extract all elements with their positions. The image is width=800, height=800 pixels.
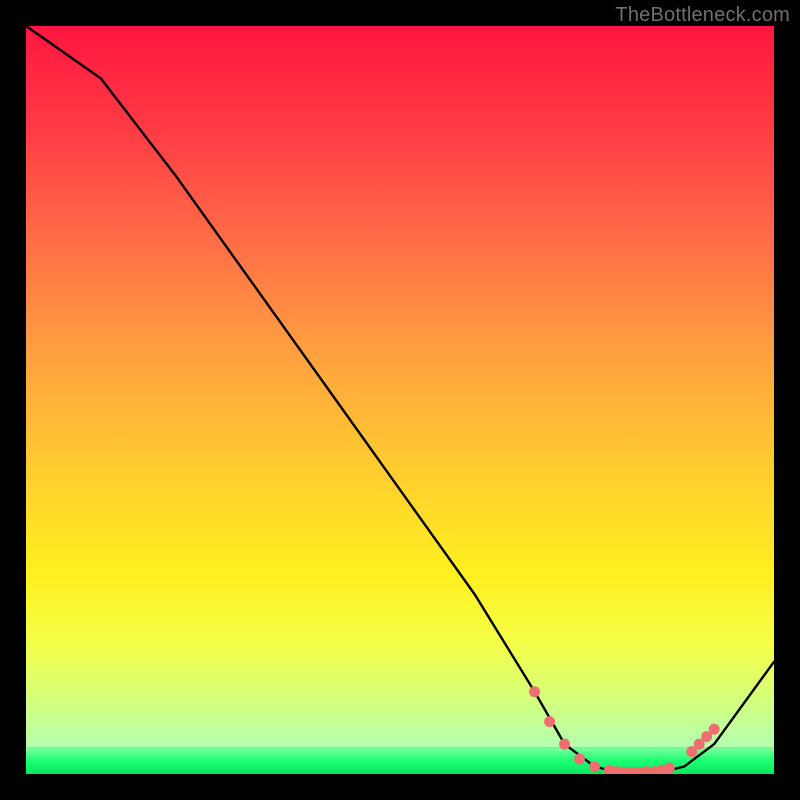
gradient-background — [26, 26, 774, 748]
chart-frame: TheBottleneck.com — [0, 0, 800, 800]
curve-marker — [589, 761, 600, 772]
curve-marker — [574, 754, 585, 765]
curve-marker — [709, 724, 720, 735]
watermark: TheBottleneck.com — [615, 4, 790, 27]
curve-marker — [664, 763, 675, 774]
curve-marker — [559, 739, 570, 750]
curve-marker — [544, 716, 555, 727]
curve-marker — [529, 686, 540, 697]
chart-plot — [0, 0, 800, 800]
